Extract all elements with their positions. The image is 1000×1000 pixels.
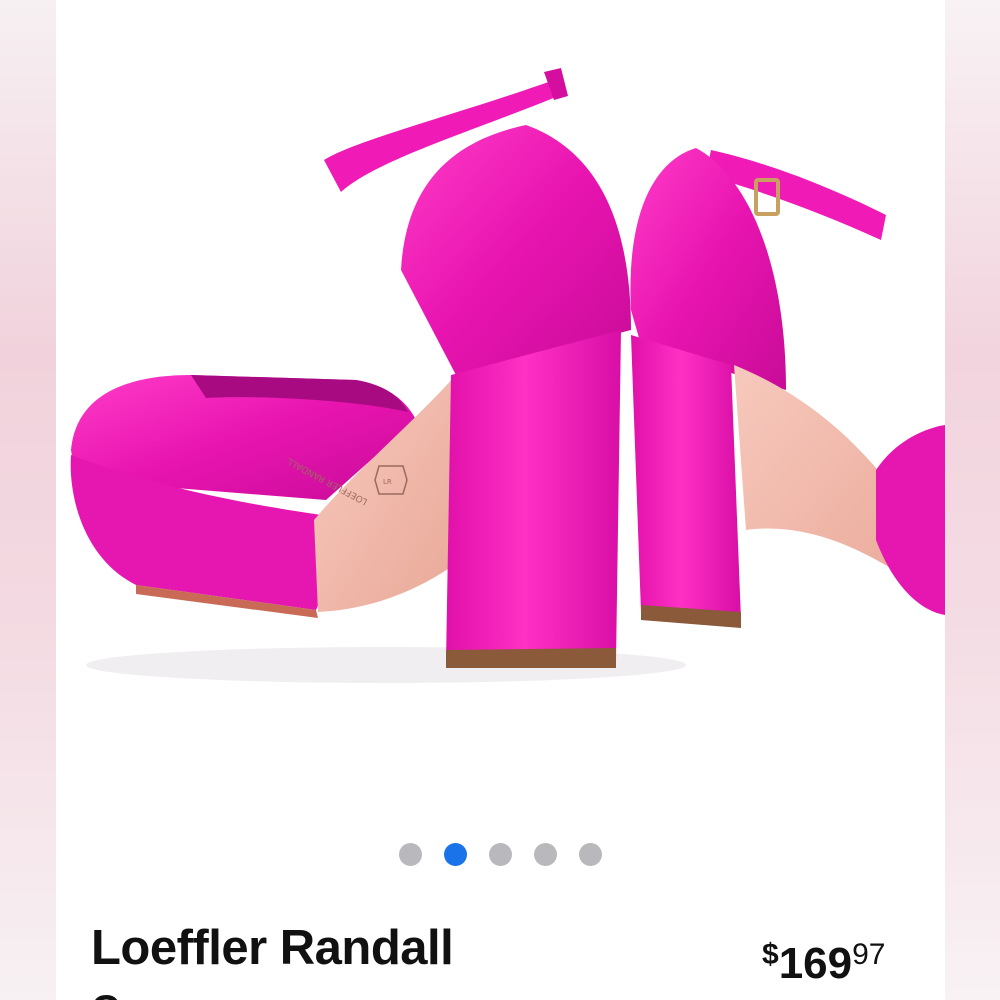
price-currency: $	[762, 938, 779, 971]
product-brand: Loeffler Randall	[91, 921, 454, 975]
carousel-dot-3[interactable]	[489, 843, 512, 866]
product-price: $16997	[762, 938, 885, 989]
shoe-illustration: LR LOEFFLER RANDALL	[70, 68, 945, 683]
product-image[interactable]: LR LOEFFLER RANDALL	[56, 0, 945, 800]
product-screen: LR LOEFFLER RANDALL Loeffler Randall $16…	[56, 0, 945, 1000]
price-cents: 97	[852, 938, 886, 971]
front-heel	[446, 330, 621, 662]
carousel-pagination	[56, 843, 945, 867]
product-title-cut-off: C · · · · ·	[91, 988, 242, 1000]
price-whole: 169	[778, 939, 853, 988]
svg-text:LR: LR	[383, 478, 392, 486]
back-heel	[631, 335, 741, 620]
blurred-left-background	[0, 0, 56, 1000]
blurred-right-background	[945, 0, 1000, 1000]
carousel-dot-1[interactable]	[399, 843, 422, 866]
carousel-dot-4[interactable]	[534, 843, 557, 866]
carousel-dot-2-active[interactable]	[444, 843, 467, 866]
carousel-dot-5[interactable]	[579, 843, 602, 866]
